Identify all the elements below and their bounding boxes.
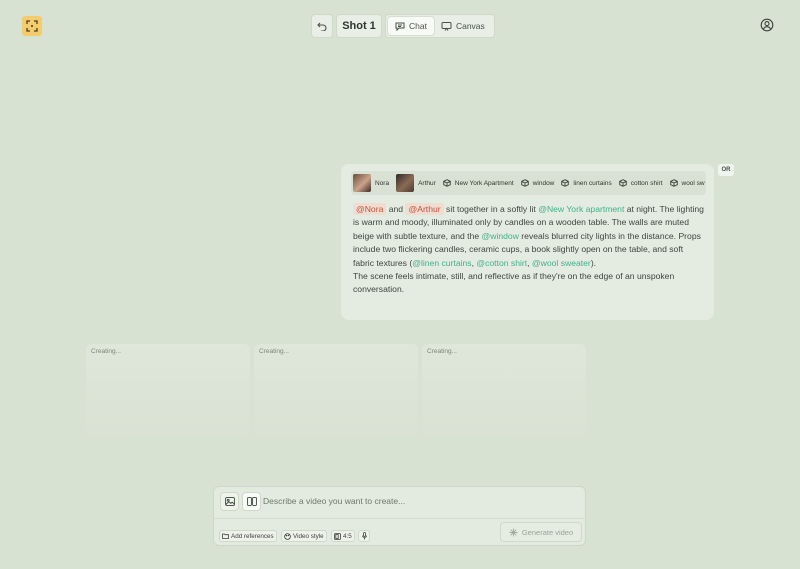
tab-canvas[interactable]: Canvas	[434, 17, 492, 35]
add-references-label: Add references	[231, 532, 274, 540]
creating-status: Creating...	[259, 348, 289, 355]
text-segment: sit together in a softly lit	[446, 204, 536, 214]
chip-label: cotton shirt	[630, 179, 663, 187]
result-thumbnail[interactable]: Creating...	[86, 344, 250, 444]
reference-chips: Nora Arthur New York Apartment window li…	[351, 171, 706, 195]
chip-label: Arthur	[418, 179, 436, 187]
sparkle-icon	[509, 528, 518, 536]
shot-title[interactable]: Shot 1	[336, 14, 382, 38]
microphone-icon	[361, 532, 367, 540]
video-style-button[interactable]: Video style	[281, 530, 327, 542]
chat-icon	[395, 22, 405, 31]
tab-canvas-label: Canvas	[455, 21, 485, 31]
mention-linen-curtains[interactable]: @linen curtains	[412, 258, 471, 268]
frames-icon	[246, 497, 257, 506]
text-segment: The scene feels intimate, still, and ref…	[353, 271, 675, 295]
tab-chat[interactable]: Chat	[388, 17, 434, 35]
undo-button[interactable]	[311, 14, 333, 38]
text-segment: and	[388, 204, 404, 214]
generate-video-button[interactable]: Generate video	[500, 522, 582, 542]
chip-new-york-apartment[interactable]: New York Apartment	[443, 179, 514, 187]
prompt-input[interactable]	[263, 493, 573, 509]
composer-divider	[213, 518, 586, 519]
add-references-button[interactable]: Add references	[219, 530, 277, 542]
chip-window[interactable]: window	[520, 179, 555, 187]
app-logo[interactable]	[22, 16, 42, 36]
tab-chat-label: Chat	[409, 21, 427, 31]
mention-wool-sweater[interactable]: @wool sweater	[532, 258, 591, 268]
mention-nora[interactable]: @Nora	[353, 203, 387, 215]
chip-linen-curtains[interactable]: linen curtains	[561, 179, 612, 187]
mention-arthur[interactable]: @Arthur	[405, 203, 444, 215]
folder-icon	[222, 533, 229, 539]
chip-label: New York Apartment	[454, 179, 514, 187]
canvas-icon	[441, 22, 452, 31]
image-mode-button[interactable]	[220, 492, 239, 511]
video-style-label: Video style	[293, 532, 324, 540]
cube-icon	[669, 179, 678, 187]
chip-nora[interactable]: Nora	[353, 174, 389, 192]
user-icon	[760, 18, 774, 32]
view-tabs: Chat Canvas	[385, 14, 495, 38]
chip-arthur[interactable]: Arthur	[396, 174, 436, 192]
creating-status: Creating...	[427, 348, 457, 355]
chip-label: window	[532, 179, 555, 187]
avatar	[396, 174, 415, 192]
generate-video-label: Generate video	[521, 527, 574, 537]
aspect-ratio-button[interactable]: 4:5	[331, 530, 355, 542]
image-icon	[224, 497, 235, 506]
chip-label: Nora	[375, 179, 390, 187]
text-segment: ,	[527, 257, 530, 268]
account-button[interactable]	[760, 18, 774, 32]
creating-status: Creating...	[91, 348, 121, 355]
aspect-ratio-label: 4:5	[343, 532, 352, 540]
cube-icon	[443, 179, 451, 187]
cube-icon	[618, 179, 627, 187]
chip-wool-sweater[interactable]: wool sw	[669, 179, 705, 187]
palette-icon	[284, 532, 291, 540]
undo-icon	[317, 22, 327, 31]
text-segment: ,	[471, 257, 474, 268]
mention-cotton-shirt[interactable]: @cotton shirt	[476, 258, 527, 268]
prompt-text: @Nora and @Arthur sit together in a soft…	[353, 203, 705, 297]
mention-window[interactable]: @window	[482, 231, 519, 241]
cube-icon	[520, 179, 529, 187]
or-badge[interactable]: OR	[718, 164, 734, 176]
chip-label: wool sw	[681, 179, 705, 187]
mention-new-york-apartment[interactable]: @New York apartment	[538, 204, 624, 214]
chip-label: linen curtains	[573, 179, 612, 187]
cube-icon	[561, 179, 570, 187]
text-segment: ).	[590, 257, 597, 268]
voice-button[interactable]	[358, 530, 370, 542]
top-toolbar: Shot 1 Chat Canvas	[311, 14, 495, 38]
chip-cotton-shirt[interactable]: cotton shirt	[618, 179, 663, 187]
avatar	[353, 174, 371, 192]
focus-frame-icon	[26, 20, 38, 32]
result-thumbnail[interactable]: Creating...	[254, 344, 418, 444]
aspect-ratio-icon	[334, 532, 341, 540]
video-mode-button[interactable]	[242, 492, 261, 511]
result-thumbnail[interactable]: Creating...	[422, 344, 586, 444]
